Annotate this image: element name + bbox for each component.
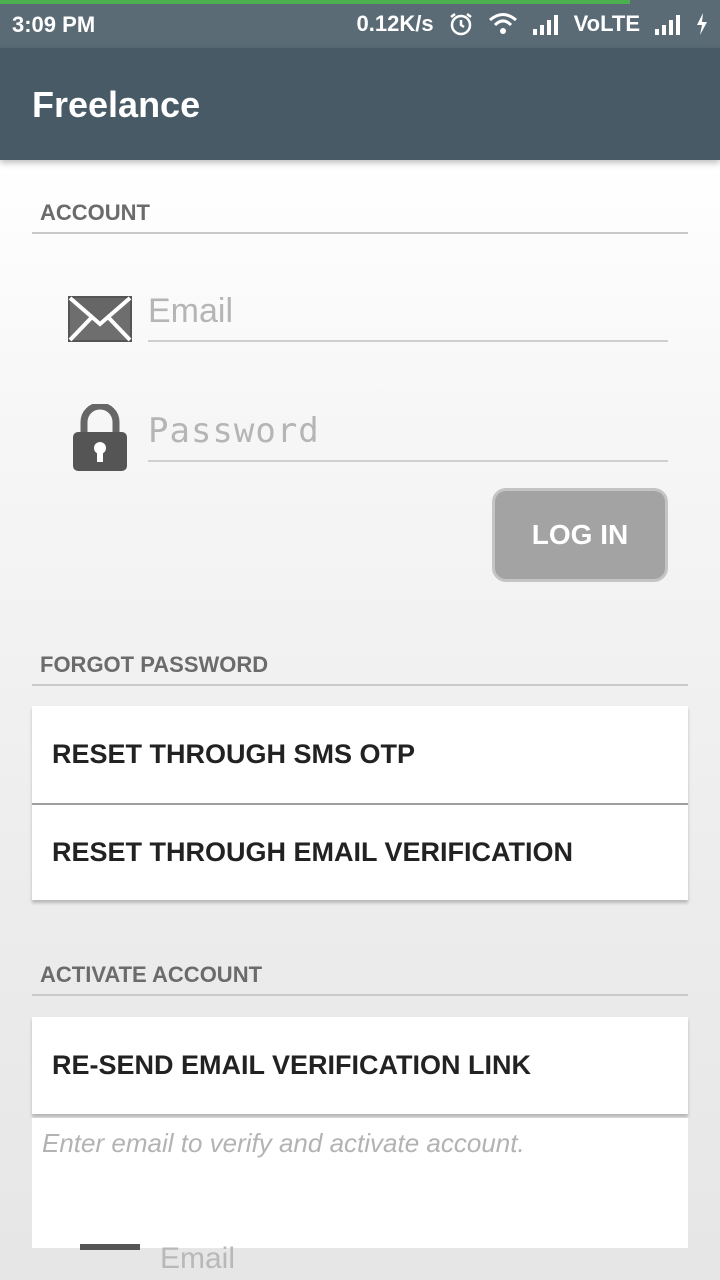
status-time: 3:09 PM [12, 12, 96, 37]
forgot-password-options: RESET THROUGH SMS OTP RESET THROUGH EMAI… [32, 706, 688, 900]
signal-icon [532, 13, 560, 35]
progress-bar [0, 0, 630, 4]
reset-sms-otp-item[interactable]: RESET THROUGH SMS OTP [32, 706, 688, 803]
app-bar: Freelance [0, 48, 720, 160]
account-section-header: ACCOUNT [32, 200, 688, 234]
activate-account-section-header: ACTIVATE ACCOUNT [32, 962, 688, 996]
charging-icon [696, 13, 708, 35]
password-input[interactable] [148, 402, 668, 462]
mail-icon [80, 1244, 140, 1250]
activate-account-options: RE-SEND EMAIL VERIFICATION LINK [32, 1017, 688, 1114]
alarm-icon [448, 11, 474, 37]
mail-icon [68, 296, 132, 347]
activation-hint: Enter email to verify and activate accou… [42, 1128, 525, 1158]
status-bar: 3:09 PM 0.12K/s VoLTE [0, 0, 720, 48]
login-button[interactable]: LOG IN [492, 488, 668, 582]
network-type: VoLTE [573, 11, 640, 36]
forgot-password-section-header: FORGOT PASSWORD [32, 652, 688, 686]
lock-icon [72, 402, 128, 477]
network-speed: 0.12K/s [356, 11, 434, 36]
wifi-icon [488, 12, 518, 36]
app-title: Freelance [32, 84, 201, 125]
reset-email-verification-item[interactable]: RESET THROUGH EMAIL VERIFICATION [32, 803, 688, 900]
status-icons: 0.12K/s VoLTE [357, 11, 708, 37]
signal-icon [654, 13, 682, 35]
resend-verification-link-item[interactable]: RE-SEND EMAIL VERIFICATION LINK [32, 1017, 688, 1114]
email-input[interactable] [148, 282, 668, 342]
activation-panel: Enter email to verify and activate accou… [32, 1118, 688, 1275]
activation-email-input[interactable]: Email [160, 1242, 235, 1276]
